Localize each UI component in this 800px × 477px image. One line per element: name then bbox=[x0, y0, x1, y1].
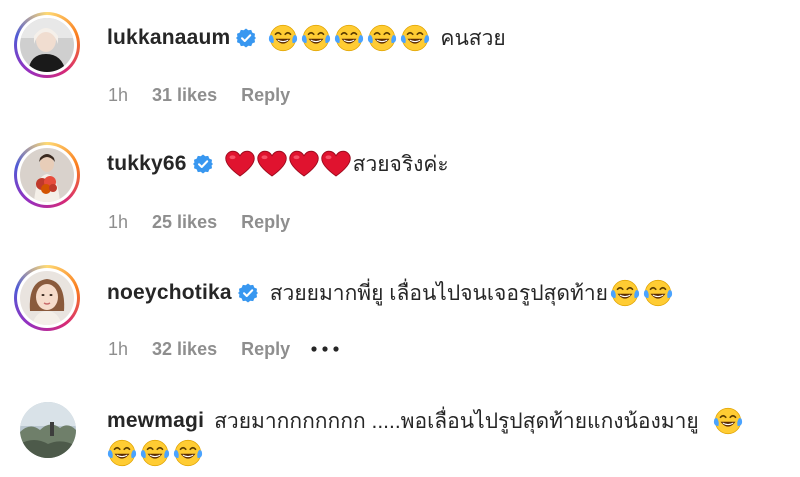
comment-body: mewmagi สวยมากกกกกกก .....พอเลื่อนไปรูปส… bbox=[107, 403, 746, 439]
comment-time[interactable]: 1h bbox=[108, 339, 128, 360]
likes-count[interactable]: 25 likes bbox=[152, 212, 217, 233]
avatar bbox=[20, 148, 74, 202]
face-with-tears-of-joy-emoji bbox=[173, 438, 203, 468]
verified-badge-icon bbox=[238, 283, 258, 303]
comment-text: คนสวย bbox=[440, 26, 506, 50]
face-with-tears-of-joy-emoji bbox=[643, 278, 673, 308]
reply-button[interactable]: Reply bbox=[241, 339, 290, 360]
comment-body-continued bbox=[107, 436, 206, 470]
reply-button[interactable]: Reply bbox=[241, 212, 290, 233]
comment-body: lukkanaaum คนสวย bbox=[107, 20, 506, 56]
comment-time[interactable]: 1h bbox=[108, 85, 128, 106]
story-ring-avatar[interactable] bbox=[14, 265, 80, 331]
comment-time[interactable]: 1h bbox=[108, 212, 128, 233]
red-heart-emoji bbox=[257, 150, 287, 178]
reply-button[interactable]: Reply bbox=[241, 85, 290, 106]
username[interactable]: tukky66 bbox=[107, 152, 187, 176]
comment-body: noeychotika สวยยมากพี่ยู เลื่อนไปจนเจอรู… bbox=[107, 275, 676, 311]
emoji-group bbox=[610, 278, 676, 308]
red-heart-emoji bbox=[289, 150, 319, 178]
red-heart-emoji bbox=[321, 150, 351, 178]
comment-body: tukky66 สวยจริงค่ะ bbox=[107, 146, 449, 182]
face-with-tears-of-joy-emoji bbox=[140, 438, 170, 468]
face-with-tears-of-joy-emoji bbox=[367, 23, 397, 53]
emoji-group bbox=[268, 23, 440, 53]
face-with-tears-of-joy-emoji bbox=[334, 23, 364, 53]
emoji-group bbox=[107, 438, 206, 468]
avatar bbox=[20, 18, 74, 72]
story-ring-avatar[interactable] bbox=[14, 12, 80, 78]
likes-count[interactable]: 32 likes bbox=[152, 339, 217, 360]
username[interactable]: noeychotika bbox=[107, 281, 232, 305]
face-with-tears-of-joy-emoji bbox=[400, 23, 430, 53]
face-with-tears-of-joy-emoji bbox=[713, 406, 743, 436]
story-ring-avatar[interactable] bbox=[14, 142, 80, 208]
emoji-group bbox=[713, 406, 746, 436]
username[interactable]: mewmagi bbox=[107, 409, 204, 433]
username[interactable]: lukkanaaum bbox=[107, 26, 230, 50]
comment-meta: 1h 25 likes Reply bbox=[108, 209, 314, 235]
avatar[interactable] bbox=[20, 402, 76, 458]
verified-badge-icon bbox=[236, 28, 256, 48]
face-with-tears-of-joy-emoji bbox=[107, 438, 137, 468]
face-with-tears-of-joy-emoji bbox=[301, 23, 331, 53]
likes-count[interactable]: 31 likes bbox=[152, 85, 217, 106]
comment-text: สวยจริงค่ะ bbox=[352, 152, 449, 176]
comment-meta: 1h 31 likes Reply bbox=[108, 82, 314, 108]
red-heart-emoji bbox=[225, 150, 255, 178]
comment-text: สวยยมากพี่ยู เลื่อนไปจนเจอรูปสุดท้าย bbox=[269, 281, 608, 305]
face-with-tears-of-joy-emoji bbox=[268, 23, 298, 53]
emoji-group bbox=[225, 150, 353, 178]
more-options-icon[interactable] bbox=[310, 345, 340, 353]
comment-meta: 1h 32 likes Reply bbox=[108, 336, 364, 362]
avatar bbox=[20, 271, 74, 325]
verified-badge-icon bbox=[193, 154, 213, 174]
face-with-tears-of-joy-emoji bbox=[610, 278, 640, 308]
comment-text: สวยมากกกกกกก .....พอเลื่อนไปรูปสุดท้ายแก… bbox=[214, 409, 699, 433]
